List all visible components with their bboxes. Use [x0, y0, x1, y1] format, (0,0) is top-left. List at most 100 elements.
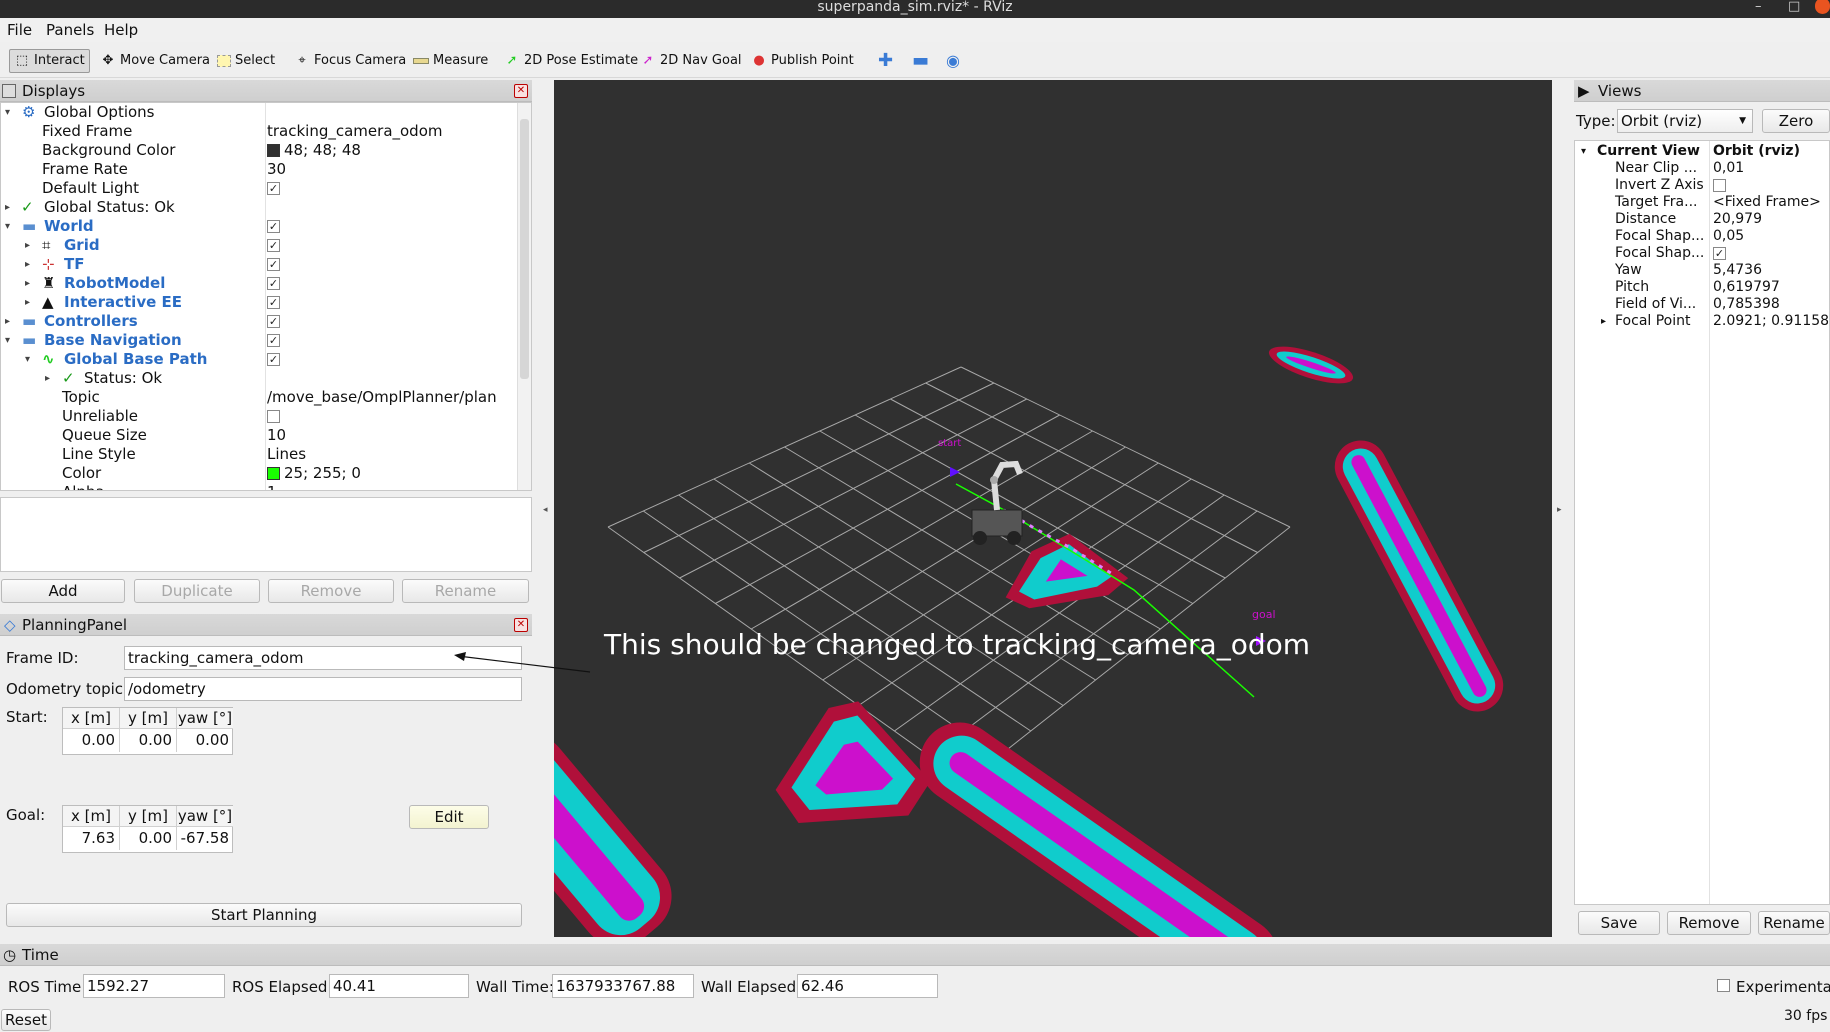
view-prop-value[interactable]: 2.0921; 0.91158;... [1713, 313, 1829, 330]
view-prop-value[interactable]: 0,05 [1713, 228, 1744, 245]
start-x-cell[interactable]: 0.00 [63, 729, 120, 752]
tree-row-world[interactable]: ▾ ▬ World ✓ [1, 217, 531, 236]
collapse-arrow-icon[interactable]: ▸ [25, 293, 30, 312]
checkbox[interactable]: ✓ [267, 258, 280, 271]
checkbox[interactable]: ✓ [267, 334, 280, 347]
nav-goal-tool-button[interactable]: ➚ 2D Nav Goal [636, 49, 746, 73]
focus-camera-tool-button[interactable]: ⌖ Focus Camera [290, 49, 410, 73]
minimize-icon[interactable]: – [1755, 0, 1762, 14]
goal-yaw-cell[interactable]: -67.58 [177, 827, 233, 850]
scrollbar-thumb[interactable] [520, 119, 529, 379]
tree-value[interactable]: 30 [267, 160, 286, 179]
goal-y-cell[interactable]: 0.00 [120, 827, 177, 850]
expand-arrow-icon[interactable]: ▾ [5, 217, 10, 236]
menu-panels[interactable]: Panels [46, 21, 94, 39]
close-planning-icon[interactable]: ✕ [514, 618, 528, 632]
expand-arrow-icon[interactable]: ▾ [5, 331, 10, 350]
menu-file[interactable]: File [7, 21, 32, 39]
tree-row-status[interactable]: ▸ ✓ Status: Ok [1, 369, 531, 388]
current-view-label[interactable]: Current View [1597, 143, 1700, 160]
tree-value[interactable]: 10 [267, 426, 286, 445]
displays-scrollbar[interactable] [517, 103, 531, 490]
expand-arrow-icon[interactable]: ▾ [25, 350, 30, 369]
start-table[interactable]: x [m] y [m] yaw [°] 0.00 0.00 0.00 [62, 707, 233, 755]
view-type-select[interactable]: Orbit (rviz) ▼ [1617, 109, 1753, 133]
zero-view-button[interactable]: Zero [1762, 109, 1830, 133]
tree-row-fixed-frame[interactable]: Fixed Frame tracking_camera_odom [1, 122, 531, 141]
goal-table[interactable]: x [m] y [m] yaw [°] 7.63 0.00 -67.58 [62, 805, 233, 853]
save-view-button[interactable]: Save [1578, 911, 1660, 935]
checkbox[interactable]: ✓ [267, 296, 280, 309]
close-displays-icon[interactable]: ✕ [514, 84, 528, 98]
collapse-arrow-icon[interactable]: ▸ [5, 198, 10, 217]
tree-row-frame-rate[interactable]: Frame Rate 30 [1, 160, 531, 179]
checkbox[interactable]: ✓ [1713, 246, 1726, 260]
tree-row-tf[interactable]: ▸ ⊹ TF ✓ [1, 255, 531, 274]
tree-row-robot-model[interactable]: ▸ ♜ RobotModel ✓ [1, 274, 531, 293]
experimental-checkbox[interactable] [1717, 979, 1730, 992]
move-camera-tool-button[interactable]: ✥ Move Camera [96, 49, 214, 73]
ros-time-field[interactable]: 1592.27 [83, 974, 225, 998]
view-prop-value[interactable]: 5,4736 [1713, 262, 1762, 279]
tree-value[interactable]: tracking_camera_odom [267, 122, 443, 141]
start-yaw-cell[interactable]: 0.00 [177, 729, 233, 752]
view-prop-value[interactable]: 20,979 [1713, 211, 1762, 228]
view-prop-value[interactable]: 0,619797 [1713, 279, 1780, 296]
measure-tool-button[interactable]: Measure [409, 49, 492, 73]
tree-row-global-base-path[interactable]: ▾ ∿ Global Base Path ✓ [1, 350, 531, 369]
remove-view-button[interactable]: Remove [1667, 911, 1751, 935]
remove-tool-icon[interactable]: ▬ [908, 49, 933, 73]
tree-value[interactable]: 48; 48; 48 [284, 141, 361, 159]
right-splitter-handle[interactable]: ▸ [1557, 505, 1562, 515]
checkbox[interactable]: ✓ [267, 277, 280, 290]
menu-help[interactable]: Help [104, 21, 138, 39]
remove-display-button[interactable]: Remove [268, 579, 394, 603]
tree-row-unreliable[interactable]: Unreliable [1, 407, 531, 426]
rename-view-button[interactable]: Rename [1758, 911, 1830, 935]
view-prop-value[interactable]: 0,785398 [1713, 296, 1780, 313]
select-tool-button[interactable]: Select [213, 49, 279, 73]
tree-value[interactable]: 25; 255; 0 [284, 464, 361, 482]
checkbox[interactable]: ✓ [267, 220, 280, 233]
tree-row-base-navigation[interactable]: ▾ ▬ Base Navigation ✓ [1, 331, 531, 350]
tree-row-controllers[interactable]: ▸ ▬ Controllers ✓ [1, 312, 531, 331]
ros-elapsed-field[interactable]: 40.41 [329, 974, 469, 998]
tree-row-grid[interactable]: ▸ ⌗ Grid ✓ [1, 236, 531, 255]
tree-row-global-status[interactable]: ▸ ✓ Global Status: Ok [1, 198, 531, 217]
duplicate-display-button[interactable]: Duplicate [134, 579, 260, 603]
reset-button[interactable]: Reset [1, 1009, 51, 1031]
rename-display-button[interactable]: Rename [402, 579, 529, 603]
start-y-cell[interactable]: 0.00 [120, 729, 177, 752]
collapse-arrow-icon[interactable]: ▸ [25, 255, 30, 274]
view-prop-value[interactable] [1713, 177, 1726, 194]
collapse-arrow-icon[interactable]: ▸ [25, 236, 30, 255]
tree-row-default-light[interactable]: Default Light ✓ [1, 179, 531, 198]
odometry-topic-input[interactable]: /odometry [124, 677, 522, 701]
tree-row-background-color[interactable]: Background Color 48; 48; 48 [1, 141, 531, 160]
add-tool-icon[interactable]: ✚ [874, 49, 897, 73]
view-prop-value[interactable]: <Fixed Frame> [1713, 194, 1821, 211]
collapse-arrow-icon[interactable]: ▸ [25, 274, 30, 293]
close-window-icon[interactable] [1815, 0, 1830, 14]
checkbox[interactable]: ✓ [267, 239, 280, 252]
left-splitter-handle[interactable]: ◂ [543, 505, 548, 515]
checkbox[interactable]: ✓ [267, 315, 280, 328]
collapse-arrow-icon[interactable]: ▸ [1601, 313, 1606, 330]
expand-arrow-icon[interactable]: ▾ [5, 103, 10, 122]
publish-point-tool-button[interactable]: ● Publish Point [747, 49, 858, 73]
tree-value[interactable]: Lines [267, 445, 306, 464]
checkbox[interactable] [267, 410, 280, 423]
wall-elapsed-field[interactable]: 62.46 [797, 974, 938, 998]
render-viewport[interactable]: start goal This should be changed to tra… [554, 80, 1552, 937]
eye-icon[interactable]: ◉ [942, 49, 964, 73]
tree-row-color[interactable]: Color 25; 255; 0 [1, 464, 531, 483]
tree-row-queue-size[interactable]: Queue Size 10 [1, 426, 531, 445]
start-planning-button[interactable]: Start Planning [6, 903, 522, 927]
expand-arrow-icon[interactable]: ▾ [1581, 143, 1586, 160]
tree-row-global-options[interactable]: ▾ ⚙ Global Options [1, 103, 531, 122]
interact-tool-button[interactable]: ⬚ Interact [9, 49, 90, 73]
tree-row-topic[interactable]: Topic /move_base/OmplPlanner/plan [1, 388, 531, 407]
view-prop-value[interactable]: ✓ [1713, 245, 1726, 262]
tree-row-interactive-ee[interactable]: ▸ ▲ Interactive EE ✓ [1, 293, 531, 312]
scene-canvas[interactable]: start goal This should be changed to tra… [554, 80, 1552, 937]
